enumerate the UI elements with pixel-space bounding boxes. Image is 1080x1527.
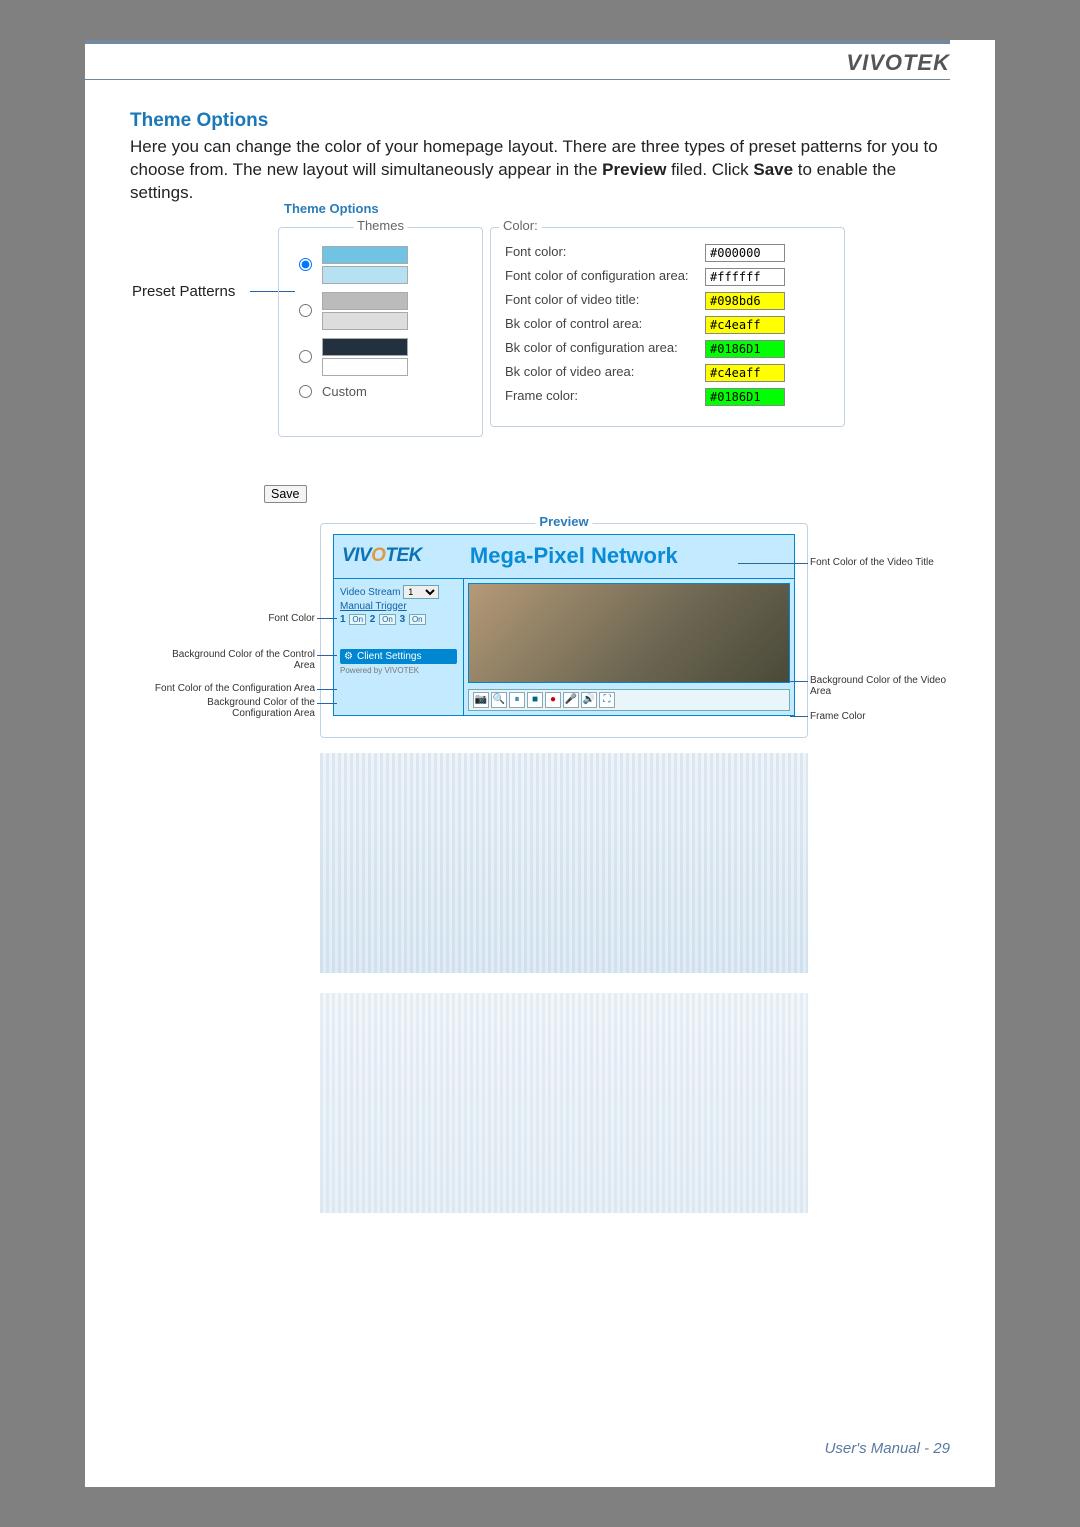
callout-bg-config: Background Color of the Configuration Ar…	[150, 697, 315, 719]
mic-icon[interactable]: 🎤	[563, 692, 579, 708]
preview-control-area: Video Stream 1 Manual Trigger 1 On 2 On …	[334, 579, 464, 715]
preview-logo: VIVOTEK	[342, 545, 422, 567]
preview-video-area: 📷 🔍 ⏸ ■ ● 🎤 🔊 ⛶	[464, 579, 794, 715]
video-stream-label: Video Stream	[340, 587, 400, 598]
client-settings-button[interactable]: ⚙ Client Settings	[340, 649, 457, 664]
body-bold2: Save	[753, 160, 793, 179]
color-label-5: Bk color of video area:	[505, 364, 705, 379]
color-value-4[interactable]: #0186D1	[705, 340, 785, 358]
preset-patterns-label: Preset Patterns	[132, 283, 235, 300]
color-label-0: Font color:	[505, 244, 705, 259]
preview-group: Preview VIVOTEK Mega-Pixel Network Video…	[320, 523, 808, 738]
section-heading: Theme Options	[130, 110, 950, 132]
color-label-1: Font color of configuration area:	[505, 268, 705, 283]
callout-font-video-title: Font Color of the Video Title	[810, 557, 960, 568]
callout-frame-color: Frame Color	[810, 711, 930, 722]
speaker-icon[interactable]: 🔊	[581, 692, 597, 708]
callout-bg-video: Background Color of the Video Area	[810, 675, 960, 697]
color-group: Color: Font color:#000000 Font color of …	[490, 227, 845, 427]
brand-text: VIVOTEK	[846, 50, 950, 76]
color-label-2: Font color of video title:	[505, 292, 705, 307]
save-button[interactable]: Save	[264, 485, 307, 503]
color-value-6[interactable]: #0186D1	[705, 388, 785, 406]
faded-previews	[320, 753, 808, 1233]
themes-legend: Themes	[353, 218, 408, 233]
fullscreen-icon[interactable]: ⛶	[599, 692, 615, 708]
color-value-0[interactable]: #000000	[705, 244, 785, 262]
callout-bg-control: Background Color of the Control Area	[150, 649, 315, 671]
trigger-on-2[interactable]: On	[379, 614, 396, 625]
preview-toolbar: 📷 🔍 ⏸ ■ ● 🎤 🔊 ⛶	[468, 689, 790, 711]
page-footer: User's Manual - 29	[825, 1440, 950, 1457]
theme-swatch-2	[322, 292, 408, 330]
theme-radio-custom[interactable]	[299, 385, 312, 398]
preview-legend: Preview	[535, 514, 592, 529]
theme-options-legend: Theme Options	[280, 201, 383, 216]
trigger-num-3: 3	[400, 614, 406, 625]
theme-radio-2[interactable]	[299, 304, 312, 317]
themes-group: Themes Custom	[278, 227, 483, 437]
zoom-icon[interactable]: 🔍	[491, 692, 507, 708]
manual-trigger-label[interactable]: Manual Trigger	[340, 601, 457, 612]
trigger-on-1[interactable]: On	[349, 614, 366, 625]
color-label-3: Bk color of control area:	[505, 316, 705, 331]
record-icon[interactable]: ●	[545, 692, 561, 708]
preview-video-title: Mega-Pixel Network	[470, 543, 678, 569]
custom-label: Custom	[322, 384, 367, 399]
body-bold1: Preview	[602, 160, 666, 179]
client-settings-label: Client Settings	[357, 651, 421, 662]
color-value-5[interactable]: #c4eaff	[705, 364, 785, 382]
theme-radio-1[interactable]	[299, 258, 312, 271]
powered-by-text: Powered by VIVOTEK	[340, 666, 457, 675]
theme-swatch-1	[322, 246, 408, 284]
color-label-4: Bk color of configuration area:	[505, 340, 705, 355]
theme-swatch-3	[322, 338, 408, 376]
stop-icon[interactable]: ■	[527, 692, 543, 708]
preview-video-frame	[468, 583, 790, 683]
gear-icon: ⚙	[344, 651, 353, 662]
color-label-6: Frame color:	[505, 388, 705, 403]
camera-icon[interactable]: 📷	[473, 692, 489, 708]
video-stream-select[interactable]: 1	[403, 585, 439, 599]
trigger-on-3[interactable]: On	[409, 614, 426, 625]
color-value-3[interactable]: #c4eaff	[705, 316, 785, 334]
body-part2: filed. Click	[666, 160, 753, 179]
section-paragraph: Here you can change the color of your ho…	[130, 136, 950, 205]
pause-icon[interactable]: ⏸	[509, 692, 525, 708]
callout-font-config: Font Color of the Configuration Area	[100, 683, 315, 694]
trigger-num-1: 1	[340, 614, 346, 625]
color-legend: Color:	[499, 218, 542, 233]
callout-font-color: Font Color	[160, 613, 315, 624]
trigger-num-2: 2	[370, 614, 376, 625]
color-value-1[interactable]: #ffffff	[705, 268, 785, 286]
theme-radio-3[interactable]	[299, 350, 312, 363]
color-value-2[interactable]: #098bd6	[705, 292, 785, 310]
